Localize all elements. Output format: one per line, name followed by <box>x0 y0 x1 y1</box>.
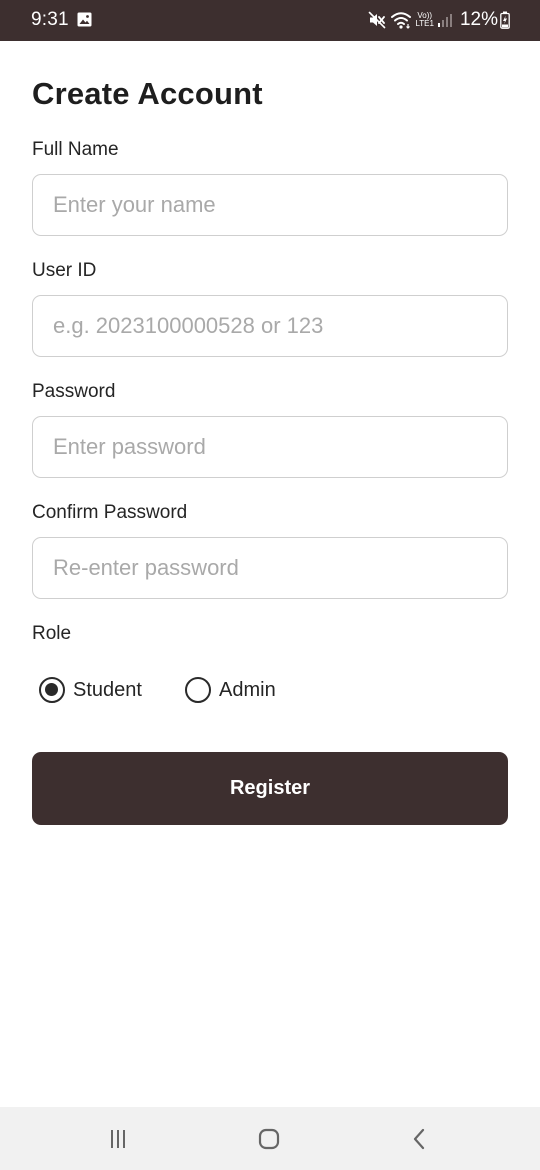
role-option-admin-label: Admin <box>219 678 276 701</box>
wifi-icon <box>391 11 412 29</box>
radio-unchecked-icon[interactable] <box>185 677 211 703</box>
page-title: Create Account <box>32 76 263 111</box>
volte-line2: LTE1 <box>415 19 434 28</box>
back-icon[interactable] <box>404 1123 436 1155</box>
role-label: Role <box>32 623 72 644</box>
role-option-student[interactable]: Student <box>39 675 142 705</box>
battery-level: 12% <box>459 9 498 30</box>
full-name-input[interactable] <box>32 174 508 236</box>
gallery-icon <box>77 12 92 27</box>
radio-checked-icon[interactable] <box>39 677 65 703</box>
volte-indicator: Vo)) LTE1 <box>415 12 434 28</box>
status-bar: 9:31 Vo)) LTE1 12% <box>0 0 540 41</box>
recent-apps-icon[interactable] <box>102 1123 134 1155</box>
confirm-password-label: Confirm Password <box>32 502 188 523</box>
user-id-input[interactable] <box>32 295 508 357</box>
navigation-bar <box>0 1107 540 1170</box>
signal-icon <box>437 12 453 28</box>
password-label: Password <box>32 381 116 402</box>
status-time: 9:31 <box>31 9 69 30</box>
password-input[interactable] <box>32 416 508 478</box>
user-id-label: User ID <box>32 260 97 281</box>
home-icon[interactable] <box>253 1123 285 1155</box>
register-button[interactable]: Register <box>32 752 508 825</box>
status-icons: Vo)) LTE1 12% <box>368 8 510 32</box>
role-option-student-label: Student <box>73 678 142 701</box>
battery-charging-icon <box>500 11 510 29</box>
mute-icon <box>368 11 386 29</box>
role-option-admin[interactable]: Admin <box>185 675 276 705</box>
full-name-label: Full Name <box>32 139 119 160</box>
confirm-password-input[interactable] <box>32 537 508 599</box>
